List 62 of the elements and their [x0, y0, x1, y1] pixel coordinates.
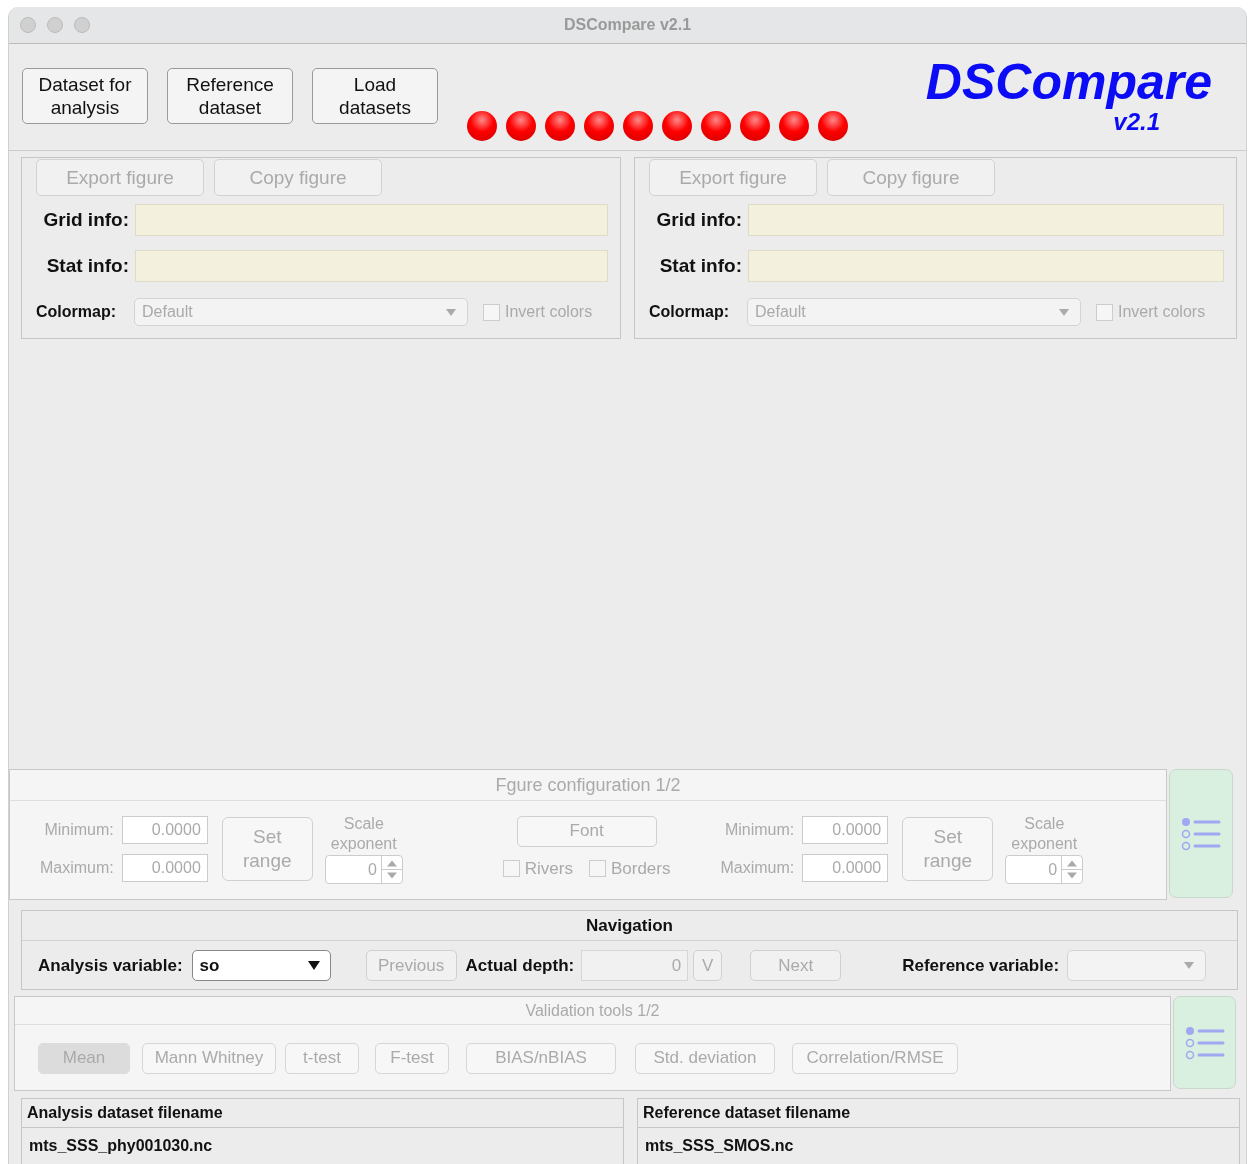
minimize-icon[interactable]	[47, 17, 63, 33]
table-header: Reference dataset filename	[638, 1099, 1239, 1128]
analysis-variable-dropdown[interactable]: so	[191, 950, 331, 981]
invert-colors-checkbox[interactable]: Invert colors	[1096, 303, 1206, 321]
section-title: Fgure configuration 1/2	[495, 774, 681, 796]
minimum-label: Minimum:	[44, 821, 114, 839]
field-label: Stat info:	[658, 255, 742, 277]
scale-exponent-label: Scale exponent	[1010, 814, 1079, 854]
map-layer-checkbox[interactable]: Rivers	[502, 858, 573, 879]
colormap-dropdown[interactable]: Default	[134, 298, 468, 326]
options-list-button[interactable]	[1173, 996, 1236, 1089]
close-icon[interactable]	[20, 17, 36, 33]
table-cell-text: mts_SSS_SMOS.nc	[644, 1136, 795, 1156]
maximum-field[interactable]: 0.0000	[121, 854, 208, 882]
validation-tool-button[interactable]: F-test	[375, 1042, 449, 1074]
table-header: Analysis dataset filename	[22, 1099, 623, 1128]
section-title: Navigation	[586, 915, 673, 936]
reference-variable-dropdown[interactable]	[1067, 950, 1207, 981]
logo-version: v2.1	[1113, 110, 1160, 134]
depth-field[interactable]: 0	[581, 950, 689, 981]
validation-tool-button[interactable]: Mann Whitney	[142, 1042, 276, 1074]
window-title: DSCompare v2.1	[563, 16, 692, 34]
section-title: Validation tools 1/2	[525, 1001, 660, 1020]
validation-tool-button[interactable]: Std. deviation	[635, 1042, 775, 1074]
map-layer-checkbox[interactable]: Borders	[588, 858, 671, 879]
field-label: Colormap:	[36, 303, 117, 321]
field-label: Grid info:	[655, 209, 742, 231]
validation-tool-button[interactable]: BIAS/nBIAS	[466, 1042, 616, 1074]
field-label: Grid info:	[42, 209, 129, 231]
minimum-field[interactable]: 0.0000	[802, 816, 889, 844]
dropdown-arrow-icon	[445, 307, 457, 317]
dropdown-arrow-icon	[307, 961, 320, 970]
colormap-dropdown[interactable]: Default	[747, 298, 1081, 326]
field-label: Stat info:	[45, 255, 129, 277]
list-icon	[1181, 816, 1221, 851]
logo-title: DSCompare	[925, 54, 1212, 110]
stepper-icon	[380, 856, 402, 883]
zoom-icon[interactable]	[74, 17, 90, 33]
maximum-label: Maximum:	[720, 859, 795, 877]
toolbar-button[interactable]: Reference dataset	[167, 68, 293, 124]
table-cell-text: mts_SSS_phy001030.nc	[28, 1136, 214, 1156]
toolbar-button[interactable]: Load datasets	[312, 68, 438, 124]
field-label: Analysis variable:	[38, 955, 183, 976]
minimum-label: Minimum:	[724, 821, 795, 839]
invert-colors-checkbox[interactable]: Invert colors	[483, 303, 593, 321]
toolbar-button[interactable]: Dataset for analysis	[22, 68, 148, 124]
validation-tool-button[interactable]: t-test	[285, 1042, 359, 1074]
dropdown-arrow-icon	[1058, 307, 1070, 317]
stepper-icon	[1061, 856, 1083, 883]
options-list-button[interactable]	[1169, 769, 1233, 898]
scale-exponent-spinner[interactable]: 0	[324, 855, 403, 884]
scale-exponent-spinner[interactable]: 0	[1005, 855, 1084, 884]
list-icon	[1184, 1025, 1225, 1060]
maximum-field[interactable]: 0.0000	[802, 854, 889, 882]
maximum-label: Maximum:	[40, 859, 114, 877]
scale-exponent-label: Scale exponent	[329, 814, 398, 854]
dropdown-arrow-icon	[1183, 961, 1196, 970]
validation-tool-button[interactable]: Correlation/RMSE	[792, 1042, 958, 1074]
field-label: Actual depth:	[465, 955, 575, 976]
field-label: Reference variable:	[902, 955, 1060, 976]
minimum-field[interactable]: 0.0000	[121, 816, 208, 844]
field-label: Colormap:	[649, 303, 730, 321]
